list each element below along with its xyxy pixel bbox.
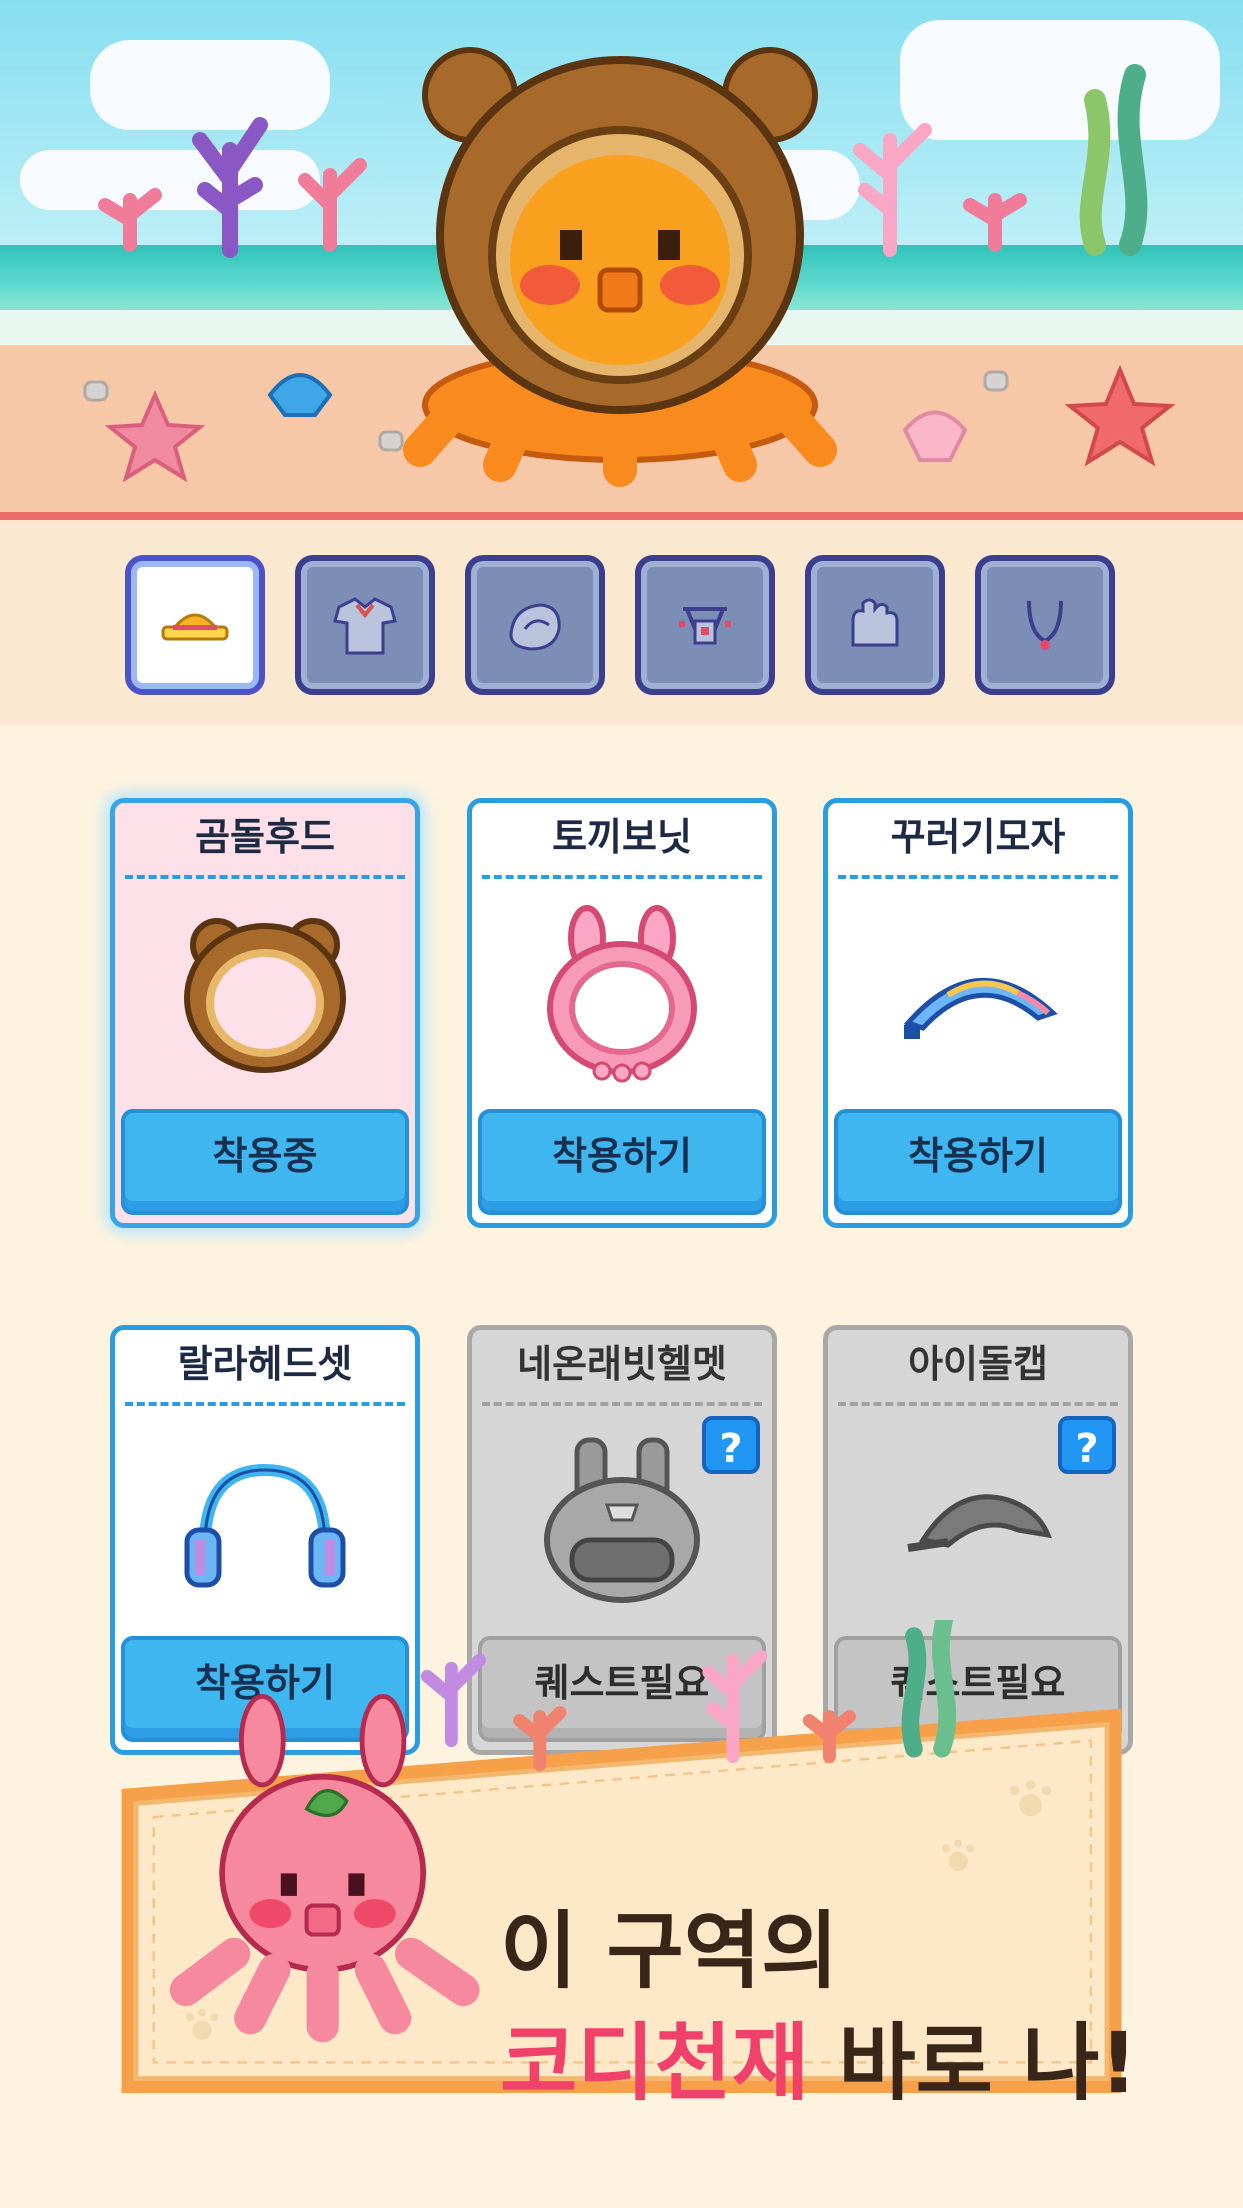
beach-scene [0,0,1243,520]
divider [838,1402,1118,1406]
gloves-icon [851,598,899,647]
seaweed-icon [1079,64,1148,256]
starfish-icon [1064,364,1176,467]
divider [125,1402,405,1406]
rabbit-helmet-icon [544,1437,700,1603]
divider [482,1402,762,1406]
tab-necklace[interactable] [975,555,1115,695]
promo-headline: 이 구역의 코디천재 바로 나! [500,1895,1138,2119]
equip-button[interactable]: 착용하기 [478,1109,766,1215]
divider [125,875,405,879]
coral-icon [963,193,1027,252]
headset-icon [184,1463,346,1588]
bear-hood-icon [184,918,346,1073]
tab-gloves[interactable] [805,555,945,695]
accessory-icon [679,607,731,645]
item-name: 곰돌후드 [195,815,335,859]
idol-cap-icon [907,1494,1052,1552]
item-name: 랄라헤드셋 [177,1342,353,1386]
item-art [828,893,1128,1093]
item-card-bear-hood[interactable]: 곰돌후드 착용중 [110,798,420,1228]
item-art [115,1420,415,1620]
shell-icon [267,373,333,417]
rabbit-bonnet-icon [547,905,697,1083]
tab-bag[interactable] [465,555,605,695]
item-name: 네온래빗헬멧 [517,1342,727,1386]
item-art [828,1420,1128,1620]
scene-decorations [83,47,1176,487]
tab-shirt[interactable] [295,555,435,695]
tab-accessory[interactable] [635,555,775,695]
shell-icon [902,410,968,462]
item-art [472,893,772,1093]
item-name: 꾸러기모자 [890,815,1066,859]
coral-icon [192,117,268,258]
pebble [983,370,1009,392]
divider [838,875,1118,879]
item-name: 아이돌캡 [908,1342,1048,1386]
equip-button[interactable]: 착용하기 [834,1109,1122,1215]
equipped-button[interactable]: 착용중 [121,1109,409,1215]
hat-icon [161,613,229,641]
shirt-icon [333,597,397,655]
pink-octopus-character [169,1694,480,2043]
item-name: 토끼보닛 [552,815,692,859]
player-character [403,47,837,487]
rascal-cap-icon [903,978,1058,1039]
promo-line-2: 코디천재 바로 나! [500,2007,1138,2119]
starfish-icon [104,389,206,483]
bag-icon [509,603,561,651]
tab-hat[interactable] [125,555,265,695]
item-art [472,1420,772,1620]
divider [482,875,762,879]
necklace-icon [1027,600,1063,650]
item-card-rascal-cap[interactable]: 꾸러기모자 착용하기 [823,798,1133,1228]
coral-icon [853,123,932,257]
pebble [378,430,404,452]
promo-line-2-rest: 바로 나! [809,2014,1138,2112]
promo-line-1: 이 구역의 [500,1902,839,2000]
promo-highlight: 코디천재 [500,2014,810,2112]
item-card-rabbit-bonnet[interactable]: 토끼보닛 착용하기 [467,798,777,1228]
pebble [83,380,109,402]
item-art [115,893,415,1093]
